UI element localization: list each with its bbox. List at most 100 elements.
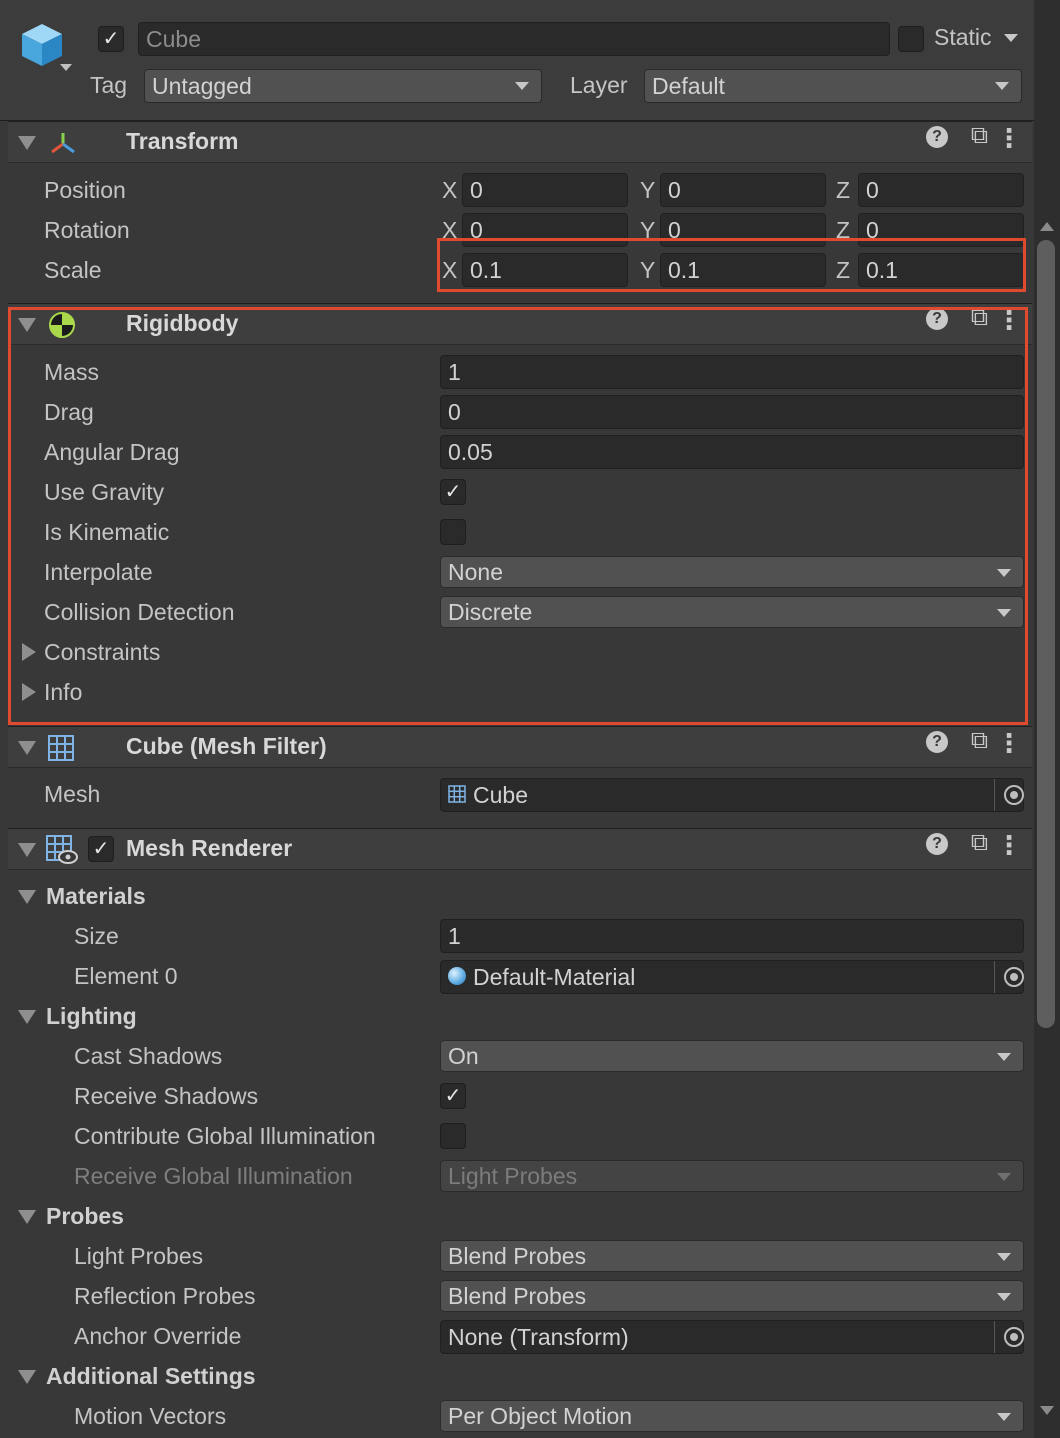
chevron-down-icon — [515, 82, 529, 90]
additional-settings-foldout[interactable]: Additional Settings — [46, 1363, 256, 1390]
receive-shadows-checkbox[interactable]: ✓ — [440, 1083, 466, 1109]
size-label: Size — [74, 923, 119, 949]
position-x-axis-label[interactable]: X — [442, 177, 457, 204]
mesh-picker-divider — [994, 779, 995, 811]
mesh-label: Mesh — [44, 781, 101, 807]
chevron-down-icon — [997, 1053, 1011, 1061]
mesh-object-field[interactable]: Cube — [440, 778, 1024, 812]
object-picker-icon[interactable] — [1004, 1327, 1024, 1347]
position-x-field[interactable]: 0 — [462, 173, 628, 207]
context-menu-icon[interactable]: ⋮ — [996, 830, 1022, 861]
chevron-down-icon — [997, 1253, 1011, 1261]
static-label[interactable]: Static — [934, 24, 992, 51]
receive-gi-dropdown: Light Probes — [440, 1160, 1024, 1192]
transform-icon — [51, 133, 75, 154]
mesh-value: Cube — [473, 782, 528, 808]
scroll-down-arrow-icon[interactable] — [1040, 1406, 1054, 1415]
anchor-override-value: None (Transform) — [448, 1324, 629, 1350]
cast-shadows-label: Cast Shadows — [74, 1043, 223, 1069]
object-picker-icon[interactable] — [1004, 967, 1024, 987]
foldout-arrow-icon[interactable] — [18, 136, 36, 150]
light-probes-value: Blend Probes — [448, 1243, 587, 1269]
cube-object-icon[interactable] — [18, 20, 66, 68]
tag-value: Untagged — [152, 73, 252, 99]
object-picker-icon[interactable] — [1004, 785, 1024, 805]
receive-shadows-label: Receive Shadows — [74, 1083, 259, 1109]
rotation-label: Rotation — [44, 217, 130, 243]
chevron-down-icon — [997, 1413, 1011, 1421]
scrollbar-thumb[interactable] — [1037, 240, 1055, 1028]
static-dropdown-arrow-icon[interactable] — [1004, 34, 1018, 42]
element0-picker-divider — [994, 961, 995, 993]
mesh-renderer-enabled-checkbox[interactable]: ✓ — [88, 836, 114, 862]
lighting-foldout[interactable]: Lighting — [46, 1003, 137, 1030]
scale-label: Scale — [44, 257, 102, 283]
icon-dropdown-arrow-icon[interactable] — [60, 64, 72, 71]
foldout-arrow-icon[interactable] — [18, 741, 36, 755]
transform-title: Transform — [126, 128, 239, 154]
contribute-gi-label: Contribute Global Illumination — [74, 1123, 376, 1149]
position-y-axis-label[interactable]: Y — [640, 177, 655, 204]
probes-foldout-arrow-icon[interactable] — [18, 1210, 36, 1224]
tag-label: Tag — [90, 72, 128, 98]
motion-vectors-value: Per Object Motion — [448, 1403, 633, 1429]
mesh-filter-header[interactable]: Cube (Mesh Filter) ? ⧉ ⋮ — [8, 726, 1032, 768]
mesh-renderer-header[interactable]: ✓ Mesh Renderer ? ⧉ ⋮ — [8, 828, 1032, 870]
anchor-override-label: Anchor Override — [74, 1323, 242, 1349]
context-menu-icon[interactable]: ⋮ — [996, 123, 1022, 154]
contribute-gi-checkbox[interactable] — [440, 1123, 466, 1149]
probes-foldout[interactable]: Probes — [46, 1203, 124, 1230]
transform-header[interactable]: Transform ? ⧉ ⋮ — [8, 121, 1032, 163]
materials-foldout-arrow-icon[interactable] — [18, 890, 36, 904]
materials-size-field[interactable]: 1 — [440, 919, 1024, 953]
scale-highlight-box — [437, 238, 1026, 292]
chevron-down-icon — [997, 1293, 1011, 1301]
help-icon[interactable]: ? — [926, 833, 948, 855]
position-z-field[interactable]: 0 — [858, 173, 1024, 207]
object-name-input[interactable]: Cube — [138, 22, 890, 56]
layer-dropdown[interactable]: Default — [644, 69, 1022, 103]
rigidbody-highlight-box — [8, 307, 1028, 725]
element0-label: Element 0 — [74, 963, 178, 989]
material-sphere-icon — [448, 967, 466, 985]
receive-gi-label: Receive Global Illumination — [74, 1163, 353, 1189]
position-label: Position — [44, 177, 126, 203]
reflection-probes-label: Reflection Probes — [74, 1283, 256, 1309]
position-y-field[interactable]: 0 — [660, 173, 826, 207]
active-toggle[interactable]: ✓ — [98, 26, 124, 52]
context-menu-icon[interactable]: ⋮ — [996, 728, 1022, 759]
anchor-override-field[interactable]: None (Transform) — [440, 1320, 1024, 1354]
presets-icon[interactable]: ⧉ — [971, 829, 988, 857]
presets-icon[interactable]: ⧉ — [971, 122, 988, 150]
anchor-picker-divider — [994, 1321, 995, 1353]
help-icon[interactable]: ? — [926, 731, 948, 753]
light-probes-dropdown[interactable]: Blend Probes — [440, 1240, 1024, 1272]
element0-object-field[interactable]: Default-Material — [440, 960, 1024, 994]
chevron-down-icon — [997, 1173, 1011, 1181]
position-z-axis-label[interactable]: Z — [836, 177, 850, 204]
mesh-filter-title: Cube (Mesh Filter) — [126, 733, 327, 759]
motion-vectors-dropdown[interactable]: Per Object Motion — [440, 1400, 1024, 1432]
lighting-foldout-arrow-icon[interactable] — [18, 1010, 36, 1024]
chevron-down-icon — [995, 82, 1009, 90]
mesh-grid-icon — [48, 735, 74, 761]
reflection-probes-value: Blend Probes — [448, 1283, 587, 1309]
light-probes-label: Light Probes — [74, 1243, 204, 1269]
mesh-renderer-icon — [46, 835, 78, 864]
element0-value: Default-Material — [473, 964, 636, 990]
scroll-up-arrow-icon[interactable] — [1040, 222, 1054, 231]
additional-settings-foldout-arrow-icon[interactable] — [18, 1370, 36, 1384]
mesh-renderer-title: Mesh Renderer — [126, 835, 293, 861]
reflection-probes-dropdown[interactable]: Blend Probes — [440, 1280, 1024, 1312]
foldout-arrow-icon[interactable] — [18, 843, 36, 857]
cast-shadows-dropdown[interactable]: On — [440, 1040, 1024, 1072]
static-toggle[interactable] — [898, 26, 924, 52]
materials-foldout[interactable]: Materials — [46, 883, 146, 910]
motion-vectors-label: Motion Vectors — [74, 1403, 227, 1429]
layer-value: Default — [652, 73, 725, 99]
tag-dropdown[interactable]: Untagged — [144, 69, 542, 103]
mesh-grid-icon — [448, 785, 466, 803]
receive-gi-value: Light Probes — [448, 1163, 578, 1189]
help-icon[interactable]: ? — [926, 126, 948, 148]
presets-icon[interactable]: ⧉ — [971, 727, 988, 755]
